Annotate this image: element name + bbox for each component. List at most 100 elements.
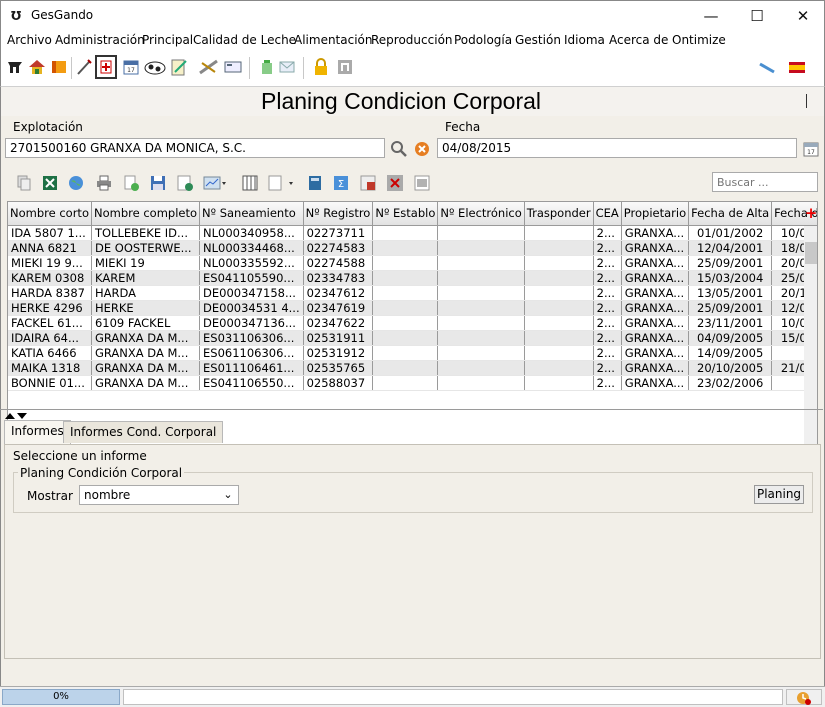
table-row[interactable]: ANNA 6821 DE OOSTERWE... NL000334468... 022… [8, 240, 817, 256]
orange-card-icon[interactable] [49, 57, 69, 77]
window-title: GesGando [31, 8, 94, 22]
farm-house-icon[interactable] [27, 57, 47, 77]
menu-archivo[interactable]: Archivo [7, 33, 52, 47]
mostrar-select[interactable]: nombre [79, 485, 239, 505]
table-cell: FACKEL 61... [8, 315, 92, 331]
main-toolbar: 17 [0, 51, 825, 86]
column-header[interactable]: Trasponder [524, 202, 594, 226]
minimize-button[interactable]: — [688, 1, 734, 32]
column-header[interactable]: Fecha de Alta [688, 202, 773, 226]
delete-filter-icon[interactable] [386, 174, 404, 192]
clock-alert-icon[interactable] [796, 690, 812, 706]
add-column-icon[interactable]: + [804, 206, 817, 222]
save-icon[interactable] [149, 174, 167, 192]
status-right-panel [786, 689, 822, 705]
vertical-scroll-thumb[interactable] [805, 242, 817, 264]
table-row[interactable]: KATIA 6466 GRANXA DA M... ES061106306... 02… [8, 345, 817, 361]
explotacion-field[interactable]: 2701500160 GRANXA DA MONICA, S.C. [5, 138, 385, 158]
column-header[interactable]: Nombre completo [91, 202, 201, 226]
table-row[interactable]: FACKEL 61... 6109 FACKEL DE000347136... 023… [8, 315, 817, 331]
cow-herd-icon[interactable] [143, 57, 167, 77]
splitter-arrows-icon[interactable] [4, 412, 28, 420]
table-cell: 02274583 [303, 240, 374, 256]
table-cell [524, 330, 594, 346]
refresh-sheet-icon[interactable] [176, 174, 194, 192]
table-cell [437, 270, 525, 286]
column-header[interactable]: Nº Registro [303, 202, 374, 226]
cow-logo-icon[interactable] [5, 57, 25, 77]
menu-principal[interactable]: Principal [142, 33, 193, 47]
table-cell: 12/04/2001 [688, 240, 773, 256]
lock-icon[interactable] [311, 57, 331, 77]
app-logo-icon: Ʊ [11, 9, 22, 23]
table-row[interactable]: HERKE 4296 HERKE DE00034531 4... 02347619 2.… [8, 300, 817, 316]
table-cell [524, 285, 594, 301]
table-cell: 15/03/2004 [688, 270, 773, 286]
copy-icon[interactable] [15, 174, 33, 192]
table-cell [372, 255, 439, 271]
columns-icon[interactable] [241, 174, 259, 192]
column-header[interactable]: Nº Establo [372, 202, 439, 226]
calculator-icon[interactable] [306, 174, 324, 192]
close-button[interactable]: ✕ [780, 1, 825, 32]
column-header[interactable]: Propietario [621, 202, 690, 226]
medical-card-icon[interactable] [95, 55, 117, 79]
table-row[interactable]: IDA 5807 1... TOLLEBEKE ID... NL000340958.… [8, 225, 817, 241]
excel-export-icon[interactable] [41, 174, 59, 192]
table-cell: 2... [593, 315, 622, 331]
calendar-icon[interactable]: 17 [121, 57, 141, 77]
syringe-icon[interactable] [74, 57, 94, 77]
menu-alimentacion[interactable]: Alimentación [294, 33, 373, 47]
bottle-icon[interactable] [257, 57, 277, 77]
resize-diagonal-icon[interactable] [757, 57, 777, 77]
chevron-down-icon[interactable]: ⌄ [218, 486, 238, 504]
fecha-field[interactable]: 04/08/2015 [437, 138, 797, 158]
menu-ontimize[interactable]: Ontimize [672, 33, 726, 47]
tab-informes-cond-corporal[interactable]: Informes Cond. Corporal [63, 421, 224, 443]
barcode-icon[interactable] [413, 174, 431, 192]
filter-sheet-icon[interactable] [359, 174, 377, 192]
menu-podologia[interactable]: Podología [454, 33, 512, 47]
gray-n-icon[interactable] [335, 57, 355, 77]
column-header[interactable]: Nombre corto [8, 202, 92, 226]
table-row[interactable]: MAIKA 1318 GRANXA DA M... ES011106461... 02… [8, 360, 817, 376]
edit-notes-icon[interactable] [169, 57, 189, 77]
table-cell: ES011106461... [199, 360, 304, 376]
table-cell: GRANXA DA M... [91, 330, 201, 346]
panel-splitter[interactable] [0, 409, 823, 419]
chart-dropdown-icon[interactable] [203, 174, 227, 192]
tools-icon[interactable] [197, 57, 221, 77]
menu-calidad-de-leche[interactable]: Calidad de Leche [193, 33, 296, 47]
column-header[interactable]: CEA [593, 202, 622, 226]
table-cell: 2... [593, 360, 622, 376]
maximize-button[interactable]: ☐ [734, 1, 780, 32]
spanish-flag-icon[interactable] [787, 57, 807, 77]
table-cell: 2... [593, 330, 622, 346]
column-header[interactable]: Nº Saneamiento [199, 202, 304, 226]
table-row[interactable]: IDAIRA 64... GRANXA DA M... ES031106306...… [8, 330, 817, 346]
table-row[interactable]: MIEKI 19 9... MIEKI 19 NL000335592... 02274… [8, 255, 817, 271]
add-document-icon[interactable] [122, 174, 140, 192]
menu-acerca-de[interactable]: Acerca de [609, 33, 668, 47]
globe-icon[interactable] [67, 174, 85, 192]
monitor-icon[interactable] [223, 57, 243, 77]
menu-idioma[interactable]: Idioma [564, 33, 605, 47]
date-picker-icon[interactable]: 17 [802, 140, 820, 158]
column-header[interactable]: Nº Electrónico [437, 202, 525, 226]
mail-icon[interactable] [277, 57, 297, 77]
page-dropdown-icon[interactable] [267, 174, 297, 192]
planing-button[interactable]: Planing [754, 485, 804, 504]
menu-reproduccion[interactable]: Reproducción [371, 33, 453, 47]
menu-gestion[interactable]: Gestión [515, 33, 561, 47]
tab-informes[interactable]: Informes [4, 420, 71, 444]
search-input[interactable] [712, 172, 818, 192]
menu-administracion[interactable]: Administración [55, 33, 145, 47]
table-cell: TOLLEBEKE ID... [91, 225, 201, 241]
table-row[interactable]: KAREM 0308 KAREM ES041105590... 02334783 2..… [8, 270, 817, 286]
search-icon[interactable] [390, 140, 408, 158]
table-row[interactable]: HARDA 8387 HARDA DE000347158... 02347612 2..… [8, 285, 817, 301]
print-icon[interactable] [95, 174, 113, 192]
formula-icon[interactable]: Σ [332, 174, 350, 192]
clear-icon[interactable] [413, 140, 431, 158]
table-row[interactable]: BONNIE 01... GRANXA DA M... ES041106550...… [8, 375, 817, 391]
